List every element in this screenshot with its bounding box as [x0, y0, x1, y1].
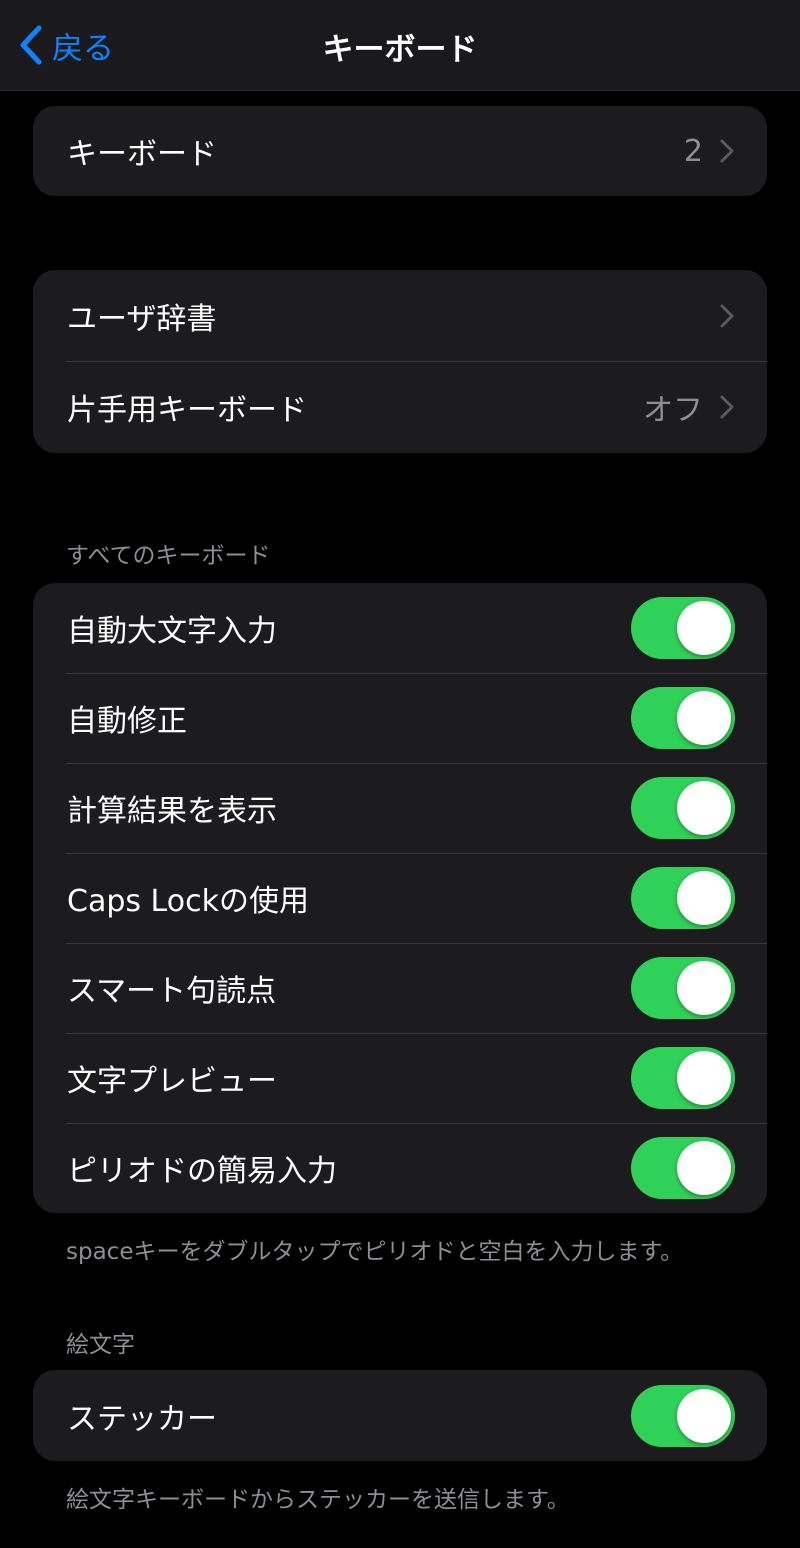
- keyboards-group: キーボード 2: [33, 106, 767, 196]
- toggle-row: ステッカー: [33, 1370, 767, 1461]
- all-keyboards-group: 自動大文字入力 自動修正 計算結果を表示 Caps Lockの使用 スマート句読…: [33, 583, 767, 1213]
- show-calculation-label: 計算結果を表示: [67, 794, 277, 829]
- period-shortcut-toggle[interactable]: [631, 1137, 735, 1199]
- toggle-row: ピリオドの簡易入力: [33, 1123, 767, 1213]
- toggle-knob: [677, 871, 731, 925]
- smart-punctuation-label: スマート句読点: [67, 974, 277, 1009]
- keyboards-count: 2: [683, 133, 703, 169]
- one-handed-keyboard-label: 片手用キーボード: [67, 393, 307, 428]
- chevron-right-icon: [720, 304, 734, 327]
- toggle-knob: [677, 961, 731, 1015]
- caps-lock-label: Caps Lockの使用: [67, 884, 309, 919]
- emoji-header: 絵文字: [66, 1332, 135, 1358]
- toggle-knob: [677, 601, 731, 655]
- toggle-knob: [677, 1141, 731, 1195]
- character-preview-label: 文字プレビュー: [67, 1064, 277, 1099]
- user-dictionary-label: ユーザ辞書: [67, 301, 217, 337]
- caps-lock-toggle[interactable]: [631, 867, 735, 929]
- keyboards-label: キーボード: [67, 137, 217, 172]
- toggle-knob: [677, 1388, 731, 1443]
- dictionary-group: ユーザ辞書 片手用キーボード オフ: [33, 270, 767, 453]
- toggle-knob: [677, 691, 731, 745]
- toggle-row: スマート句読点: [33, 943, 767, 1033]
- auto-capitalization-toggle[interactable]: [631, 597, 735, 659]
- one-handed-keyboard-value: オフ: [643, 393, 703, 428]
- auto-correction-toggle[interactable]: [631, 687, 735, 749]
- one-handed-keyboard-row[interactable]: 片手用キーボード オフ: [33, 361, 767, 453]
- page-title: キーボード: [322, 32, 478, 68]
- toggle-row: Caps Lockの使用: [33, 853, 767, 943]
- keyboards-row[interactable]: キーボード 2: [33, 106, 767, 196]
- toggle-row: 自動修正: [33, 673, 767, 763]
- toggle-row: 自動大文字入力: [33, 583, 767, 673]
- user-dictionary-row[interactable]: ユーザ辞書: [33, 270, 767, 361]
- emoji-group: ステッカー: [33, 1370, 767, 1461]
- period-shortcut-footer: spaceキーをダブルタップでピリオドと空白を入力します。: [66, 1239, 684, 1265]
- auto-correction-label: 自動修正: [67, 704, 187, 739]
- navigation-bar: 戻る キーボード: [0, 0, 800, 91]
- toggle-row: 文字プレビュー: [33, 1033, 767, 1123]
- toggle-knob: [677, 781, 731, 835]
- all-keyboards-header: すべてのキーボード: [66, 543, 271, 569]
- show-calculation-toggle[interactable]: [631, 777, 735, 839]
- auto-capitalization-label: 自動大文字入力: [67, 614, 277, 649]
- smart-punctuation-toggle[interactable]: [631, 957, 735, 1019]
- chevron-right-icon: [720, 139, 734, 163]
- character-preview-toggle[interactable]: [631, 1047, 735, 1109]
- chevron-right-icon: [720, 395, 734, 419]
- stickers-footer: 絵文字キーボードからステッカーを送信します。: [66, 1487, 570, 1513]
- stickers-toggle[interactable]: [631, 1384, 735, 1447]
- toggle-knob: [677, 1051, 731, 1105]
- period-shortcut-label: ピリオドの簡易入力: [67, 1154, 337, 1189]
- stickers-label: ステッカー: [67, 1401, 217, 1437]
- toggle-row: 計算結果を表示: [33, 763, 767, 853]
